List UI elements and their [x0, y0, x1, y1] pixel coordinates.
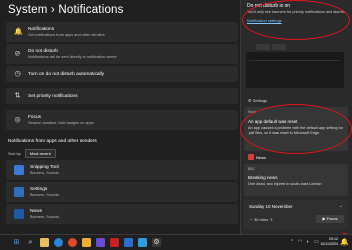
calendar-date: Sunday 10 November — [249, 204, 293, 209]
focus-duration[interactable]: － 30 mins ＋ — [249, 217, 273, 223]
edge-icon[interactable] — [54, 238, 63, 247]
dnd-label: Do not disturb — [28, 49, 58, 54]
wifi-icon[interactable]: ◠ — [298, 239, 302, 245]
volume-icon[interactable]: ◖ — [306, 239, 309, 245]
news-group-header: News — [256, 155, 267, 160]
notifications-label: Notifications — [28, 27, 55, 32]
divider — [249, 60, 339, 61]
annotation-circle-dnd — [242, 0, 350, 40]
focus-icon: ◎ — [14, 116, 21, 124]
notification-bell-icon[interactable]: 🔔 — [340, 238, 349, 246]
app-name: Settings — [30, 187, 48, 192]
notification-group-panel — [246, 52, 344, 88]
dnd-setting[interactable]: ⊘ Do not disturb Notifications will be s… — [6, 44, 238, 64]
focus-desc: Session duration, hide badges on apps — [28, 121, 94, 125]
dnd-icon: ⊘ — [14, 50, 21, 58]
news-notification[interactable]: BBC Breaking news One dead, two injured … — [244, 164, 348, 196]
start-icon[interactable]: ⊞ — [12, 238, 21, 247]
settings-app-icon — [14, 187, 24, 197]
notifications-setting[interactable]: 🔔 Notifications Get notifications from a… — [6, 22, 238, 42]
focus-setting[interactable]: ◎ Focus Session duration, hide badges on… — [6, 110, 238, 130]
notification-body: One dead, two injured in south-east Lond… — [248, 182, 322, 186]
sort-label: Sort by — [8, 151, 21, 156]
priority-label: Set priority notifications — [28, 93, 78, 99]
focus-label: Focus — [28, 115, 42, 120]
annotation-circle-notification — [240, 104, 352, 154]
settings-taskbar-icon[interactable]: ⚙ — [152, 238, 161, 247]
plus-icon[interactable]: ＋ — [268, 217, 273, 222]
filter-chip[interactable] — [272, 44, 286, 50]
app-row-snipping-tool[interactable]: Snipping Tool Banners, Sounds — [6, 160, 238, 180]
priority-icon: ⇅ — [14, 92, 21, 100]
focus-start-button[interactable]: ▶ Focus — [316, 215, 344, 223]
app-row-settings[interactable]: Settings Banners, Sounds — [6, 182, 238, 202]
sort-dropdown[interactable]: Most recent — [24, 149, 56, 158]
app-icon[interactable] — [110, 238, 119, 247]
app-sub: Banners, Sounds — [30, 171, 60, 175]
chevron-up-icon[interactable]: ⌃ — [290, 239, 294, 245]
focus-minutes: 30 mins — [254, 217, 269, 222]
section-title: Notifications from apps and other sender… — [8, 139, 97, 144]
chrome-icon[interactable] — [68, 238, 77, 247]
app-name: News — [30, 209, 42, 214]
priority-setting[interactable]: ⇅ Set priority notifications — [6, 88, 238, 104]
settings-group-label: Settings — [252, 98, 268, 103]
clock-date: 10/11/2024 — [320, 242, 338, 246]
auto-dnd-label: Turn on do not disturb automatically — [28, 71, 105, 77]
clock[interactable]: 09:12 10/11/2024 — [320, 237, 338, 247]
app-sub: Banners, Sounds — [30, 215, 60, 219]
clock-icon: ◷ — [14, 70, 21, 78]
news-app-icon — [14, 209, 24, 219]
filter-chip[interactable] — [256, 44, 270, 50]
snipping-tool-icon — [14, 165, 24, 175]
sort-row: Sort by Most recent — [8, 149, 56, 158]
dnd-desc: Notifications will be sent directly to n… — [28, 55, 117, 59]
word-icon[interactable] — [124, 238, 133, 247]
settings-group-header: ⚙ Settings — [248, 98, 267, 103]
app-sub: Banners, Sounds — [30, 193, 60, 197]
notification-title: Breaking news — [248, 175, 278, 180]
auto-dnd-setting[interactable]: ◷ Turn on do not disturb automatically — [6, 66, 238, 82]
notification-source: BBC — [248, 167, 255, 171]
app-name: Snipping Tool — [30, 165, 59, 170]
search-icon[interactable]: ⌕ — [26, 238, 35, 247]
app-row-news[interactable]: News Banners, Sounds — [6, 204, 238, 224]
chevron-down-icon[interactable]: ⌄ — [339, 203, 343, 209]
gear-icon: ⚙ — [248, 98, 252, 103]
file-explorer-icon[interactable] — [40, 238, 49, 247]
bell-icon: 🔔 — [14, 28, 23, 36]
notifications-desc: Get notifications from apps and other se… — [28, 33, 105, 37]
app-icon[interactable] — [96, 238, 105, 247]
taskbar: ⊞ ⌕ ⚙ ⌃ ◠ ◖ ▭ 09:12 10/11/2024 🔔 — [0, 234, 352, 250]
page-title: System › Notifications — [8, 4, 124, 16]
battery-icon[interactable]: ▭ — [314, 239, 319, 245]
calendar-focus-panel: Sunday 10 November ⌄ － 30 mins ＋ ▶ Focus — [244, 200, 348, 230]
folder-icon[interactable] — [82, 238, 91, 247]
store-icon[interactable] — [138, 238, 147, 247]
news-icon — [248, 154, 254, 160]
